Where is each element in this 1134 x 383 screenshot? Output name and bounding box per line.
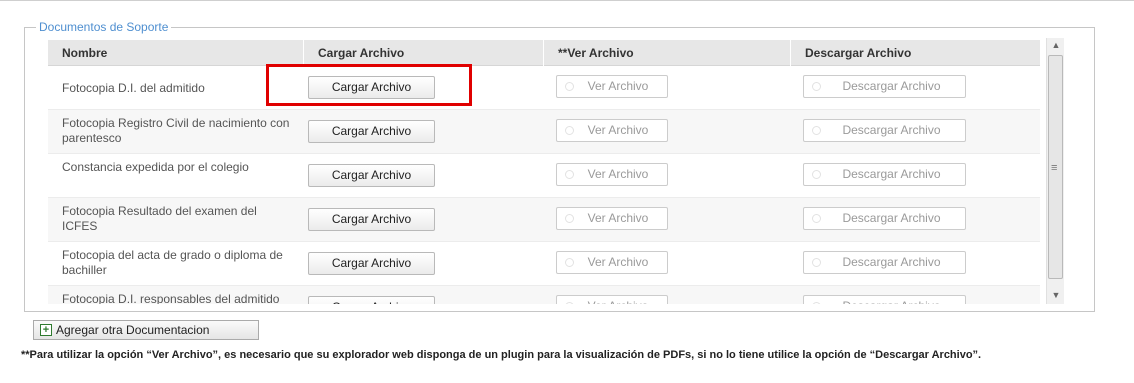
header-ver-archivo: **Ver Archivo — [544, 40, 791, 66]
view-file-label: Ver Archivo — [587, 123, 649, 137]
upload-file-button[interactable]: Cargar Archivo — [308, 208, 435, 231]
view-file-button[interactable]: Ver Archivo — [556, 251, 668, 274]
document-name: Fotocopia D.I. responsables del admitido — [62, 292, 280, 304]
view-file-label: Ver Archivo — [587, 211, 649, 225]
header-descargar-archivo: Descargar Archivo — [805, 46, 912, 60]
radio-dot-icon — [812, 82, 821, 91]
document-name: Fotocopia Resultado del examen del ICFES — [62, 204, 257, 233]
view-file-button[interactable]: Ver Archivo — [556, 119, 668, 142]
header-cargar-archivo: Cargar Archivo — [304, 40, 544, 66]
view-file-label: Ver Archivo — [587, 167, 649, 181]
view-file-label: Ver Archivo — [587, 255, 649, 269]
download-file-button[interactable]: Descargar Archivo — [803, 295, 966, 304]
table-row: Fotocopia Resultado del examen del ICFES… — [48, 198, 1040, 242]
pdf-plugin-note: **Para utilizar la opción “Ver Archivo”,… — [21, 349, 982, 361]
download-file-label: Descargar Archivo — [842, 255, 941, 269]
document-name: Constancia expedida por el colegio — [62, 160, 249, 174]
view-file-label: Ver Archivo — [587, 79, 649, 93]
table-row: Fotocopia del acta de grado o diploma de… — [48, 242, 1040, 286]
download-file-label: Descargar Archivo — [842, 167, 941, 181]
upload-file-button[interactable]: Cargar Archivo — [308, 296, 435, 304]
radio-dot-icon — [565, 302, 574, 304]
view-file-label: Ver Archivo — [576, 299, 649, 304]
upload-file-button[interactable]: Cargar Archivo — [308, 164, 435, 187]
download-file-label: Descargar Archivo — [842, 79, 941, 93]
upload-file-button[interactable]: Cargar Archivo — [308, 120, 435, 143]
table-row: Fotocopia D.I. del admitido Cargar Archiv… — [48, 66, 1040, 110]
radio-dot-icon — [565, 258, 574, 267]
table-row: Fotocopia Registro Civil de nacimiento c… — [48, 110, 1040, 154]
view-file-button[interactable]: Ver Archivo — [556, 163, 668, 186]
view-file-button[interactable]: Ver Archivo — [556, 295, 668, 304]
download-file-button[interactable]: Descargar Archivo — [803, 75, 966, 98]
highlight-box — [266, 64, 472, 106]
top-divider — [0, 0, 1134, 1]
download-file-label: Descargar Archivo — [842, 211, 941, 225]
view-file-button[interactable]: Ver Archivo — [556, 207, 668, 230]
radio-dot-icon — [812, 170, 821, 179]
radio-dot-icon — [565, 126, 574, 135]
download-file-button[interactable]: Descargar Archivo — [803, 251, 966, 274]
view-file-button[interactable]: Ver Archivo — [556, 75, 668, 98]
add-documentation-button[interactable]: + Agregar otra Documentacion — [33, 320, 259, 340]
radio-dot-icon — [565, 214, 574, 223]
table-row: Constancia expedida por el colegio Cargar… — [48, 154, 1040, 198]
table-row: Fotocopia D.I. responsables del admitido… — [48, 286, 1040, 304]
radio-dot-icon — [812, 214, 821, 223]
download-file-button[interactable]: Descargar Archivo — [803, 163, 966, 186]
scroll-up-icon[interactable]: ▲ — [1050, 40, 1062, 50]
document-name: Fotocopia Registro Civil de nacimiento c… — [62, 116, 290, 145]
plus-icon: + — [40, 324, 52, 336]
download-file-button[interactable]: Descargar Archivo — [803, 119, 966, 142]
radio-dot-icon — [565, 82, 574, 91]
download-file-label: Descargar Archivo — [842, 123, 941, 137]
scroll-grip-icon: ≡ — [1051, 162, 1058, 174]
radio-dot-icon — [812, 258, 821, 267]
document-name: Fotocopia del acta de grado o diploma de… — [62, 248, 283, 277]
documents-grid: Nombre Cargar Archivo **Ver Archivo Desc… — [48, 40, 1040, 304]
download-file-button[interactable]: Descargar Archivo — [803, 207, 966, 230]
radio-dot-icon — [565, 170, 574, 179]
upload-file-button[interactable]: Cargar Archivo — [308, 252, 435, 275]
add-documentation-label: Agregar otra Documentacion — [56, 323, 210, 337]
download-file-label: Descargar Archivo — [828, 299, 940, 304]
document-name: Fotocopia D.I. del admitido — [62, 81, 205, 95]
fieldset-legend: Documentos de Soporte — [36, 19, 172, 35]
scroll-down-icon[interactable]: ▼ — [1050, 290, 1062, 300]
header-nombre: Nombre — [48, 40, 304, 66]
grid-header: Nombre Cargar Archivo **Ver Archivo Desc… — [48, 40, 1040, 66]
radio-dot-icon — [812, 302, 821, 304]
radio-dot-icon — [812, 126, 821, 135]
